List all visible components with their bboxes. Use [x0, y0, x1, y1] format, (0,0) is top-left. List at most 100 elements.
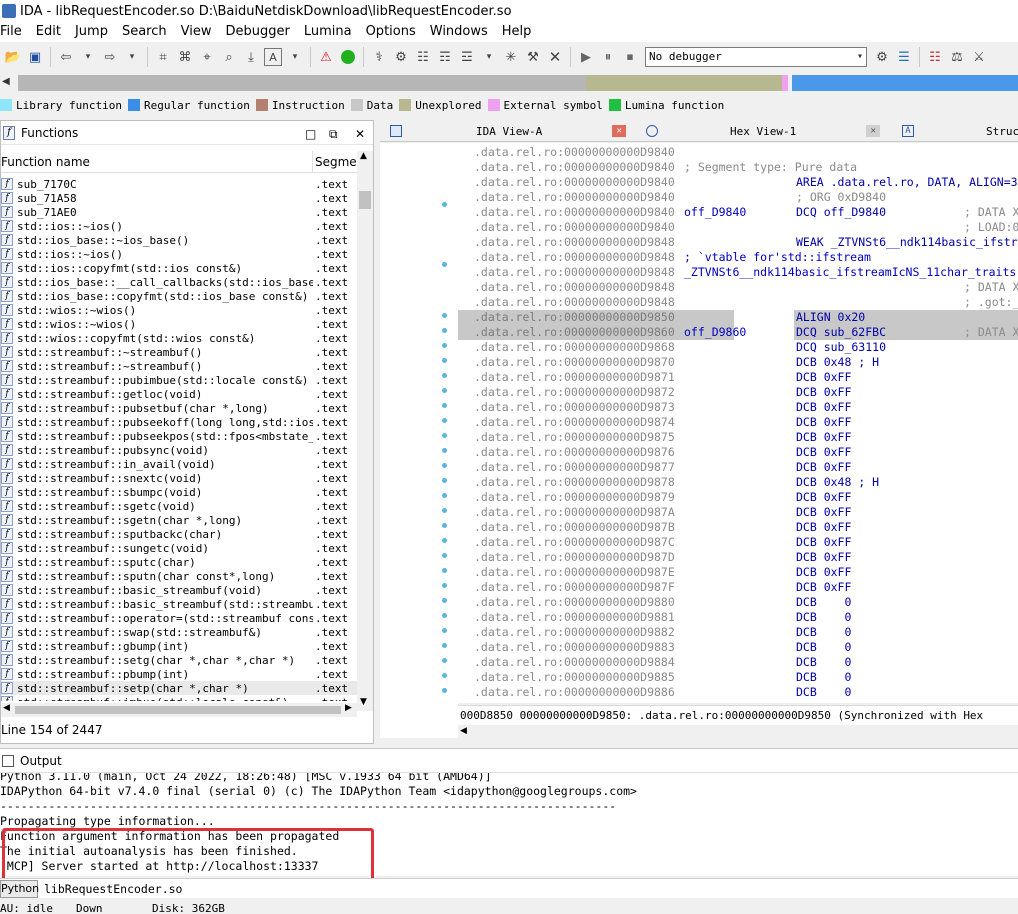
disasm-line[interactable]: .data.rel.ro:00000000000D987B DCB 0xFF	[458, 520, 1018, 535]
menu-debugger[interactable]: Debugger	[218, 22, 296, 42]
green-light-icon[interactable]	[339, 48, 357, 66]
breakpoint-dot[interactable]	[442, 508, 447, 513]
disasm-line[interactable]: .data.rel.ro:00000000000D987E DCB 0xFF	[458, 565, 1018, 580]
tab-structures-icon-wrap[interactable]: A	[902, 120, 914, 142]
nav-band-functions[interactable]	[792, 75, 1018, 91]
scroll-up-icon[interactable]: ▲	[360, 151, 367, 161]
disasm-line[interactable]: .data.rel.ro:00000000000D9848 WEAK _ZTVNS…	[458, 235, 1018, 250]
breakpoint-dot[interactable]	[442, 583, 447, 588]
disasm-instruction[interactable]: AREA .data.rel.ro, DATA, ALIGN=3	[796, 175, 1018, 190]
disasm-line[interactable]: .data.rel.ro:00000000000D9876 DCB 0xFF	[458, 445, 1018, 460]
menu-help[interactable]: Help	[495, 22, 539, 42]
disasm-instruction[interactable]: ; Segment type: Pure data	[684, 160, 857, 175]
breakpoint-dot[interactable]	[442, 553, 447, 558]
breakpoint-dot[interactable]	[442, 373, 447, 378]
menu-search[interactable]: Search	[115, 22, 174, 42]
function-row[interactable]: f std::ios::copyfmt(std::ios const&) .text	[1, 261, 357, 275]
breakpoint-dot[interactable]	[442, 343, 447, 348]
menu-file[interactable]: File	[0, 22, 29, 42]
disasm-line[interactable]: .data.rel.ro:00000000000D9840 AREA .data.…	[458, 175, 1018, 190]
delete-icon[interactable]: ✕	[546, 48, 564, 66]
function-row[interactable]: f std::streambuf::sputc(char) .text	[1, 555, 357, 569]
disasm-line[interactable]: .data.rel.ro:00000000000D9860 off_D9860 DC…	[458, 325, 1018, 340]
create-function-icon[interactable]: ⚕	[370, 48, 388, 66]
disasm-line[interactable]: .data.rel.ro:00000000000D9848 ; DATA X	[458, 280, 1018, 295]
function-row[interactable]: f std::streambuf::pubseekpos(std::fpos<mb…	[1, 429, 357, 443]
menu-windows[interactable]: Windows	[423, 22, 495, 42]
scroll-down-icon[interactable]: ▼	[360, 697, 367, 707]
function-row[interactable]: f std::streambuf::swap(std::streambuf&) .t…	[1, 625, 357, 639]
disasm-line[interactable]: .data.rel.ro:00000000000D987F DCB 0xFF	[458, 580, 1018, 595]
disasm-instruction[interactable]: DCB 0xFF	[796, 460, 851, 475]
menu-view[interactable]: View	[174, 22, 219, 42]
disasm-instruction[interactable]: WEAK _ZTVNSt6__ndk114basic_ifstr	[796, 235, 1018, 250]
disasm-instruction[interactable]: DCB 0	[796, 595, 851, 610]
maximize-icon[interactable]: □	[305, 127, 316, 141]
disasm-line[interactable]: .data.rel.ro:00000000000D9872 DCB 0xFF	[458, 385, 1018, 400]
function-row[interactable]: f sub_71AE0 .text	[1, 205, 357, 219]
close-icon[interactable]: ✕	[355, 127, 365, 141]
breakpoint-dot[interactable]	[442, 448, 447, 453]
disasm-instruction[interactable]: DCB 0xFF	[796, 505, 851, 520]
float-icon[interactable]: ⧉	[329, 127, 338, 142]
tab-hex-view-icon-wrap[interactable]	[646, 120, 658, 142]
disasm-line[interactable]: .data.rel.ro:00000000000D9848 ; `vtable f…	[458, 250, 1018, 265]
breakpoint-dot[interactable]	[442, 658, 447, 663]
disasm-line[interactable]: .data.rel.ro:00000000000D9850 ALIGN 0x20	[458, 310, 1018, 325]
disasm-instruction[interactable]: DCB 0x48 ; H	[796, 475, 879, 490]
disasm-horizontal-scrollbar[interactable]: ◀	[458, 726, 1018, 740]
xref-icon[interactable]: ☲	[458, 48, 476, 66]
search-immediate-icon[interactable]: ⌕	[220, 48, 238, 66]
calls-icon[interactable]: ⚖	[948, 48, 966, 66]
disasm-line[interactable]: .data.rel.ro:00000000000D9879 DCB 0xFF	[458, 490, 1018, 505]
disasm-line[interactable]: .data.rel.ro:00000000000D987C DCB 0xFF	[458, 535, 1018, 550]
breakpoint-dot[interactable]	[442, 538, 447, 543]
forward-dropdown-icon[interactable]: ▾	[123, 48, 141, 66]
navigation-band[interactable]: ◀	[0, 73, 1018, 93]
disasm-line[interactable]: .data.rel.ro:00000000000D9868 DCQ sub_631…	[458, 340, 1018, 355]
stop-icon[interactable]: ⏹	[621, 48, 639, 66]
function-row[interactable]: f std::streambuf::sgetn(char *,long) .text	[1, 513, 357, 527]
jump-down-icon[interactable]: ⤓	[242, 48, 260, 66]
forward-icon[interactable]: ⇨	[101, 48, 119, 66]
menu-options[interactable]: Options	[359, 22, 423, 42]
breakpoint-dot[interactable]	[442, 613, 447, 618]
nav-band-data-segment[interactable]	[18, 75, 586, 91]
breakpoint-dot[interactable]	[442, 328, 447, 333]
disasm-line[interactable]: .data.rel.ro:00000000000D9840 ; ORG 0xD98…	[458, 190, 1018, 205]
nav-band-external[interactable]	[782, 75, 788, 91]
back-icon[interactable]: ⇦	[57, 48, 75, 66]
function-row[interactable]: f sub_7170C .text	[1, 177, 357, 191]
disasm-line[interactable]: .data.rel.ro:00000000000D9880 DCB 0	[458, 595, 1018, 610]
scroll-thumb[interactable]	[15, 706, 341, 714]
breakpoint-dot[interactable]	[442, 418, 447, 423]
function-row[interactable]: f std::streambuf::basic_streambuf(void) .t…	[1, 583, 357, 597]
breakpoint-dot[interactable]	[442, 568, 447, 573]
back-dropdown-icon[interactable]: ▾	[79, 48, 97, 66]
function-row[interactable]: f std::streambuf::gbump(int) .text	[1, 639, 357, 653]
disasm-instruction[interactable]: DCB 0	[796, 625, 851, 640]
function-row[interactable]: f std::streambuf::pubseekoff(long long,st…	[1, 415, 357, 429]
text-mode-dropdown-icon[interactable]: ▾	[286, 48, 304, 66]
function-row[interactable]: f std::ios_base::__call_callbacks(std::io…	[1, 275, 357, 289]
breakpoint-dot[interactable]	[442, 643, 447, 648]
edit-function-icon[interactable]: ⚙	[392, 48, 410, 66]
struct-icon[interactable]: ☷	[414, 48, 432, 66]
function-row[interactable]: f std::streambuf::~streambuf() .text	[1, 345, 357, 359]
function-row[interactable]: f std::streambuf::sungetc(void) .text	[1, 541, 357, 555]
breakpoint-dot[interactable]	[442, 403, 447, 408]
function-row[interactable]: f std::streambuf::pbump(int) .text	[1, 667, 357, 681]
disasm-instruction[interactable]: DCB 0	[796, 655, 851, 670]
function-row[interactable]: f std::streambuf::pubsetbuf(char *,long).…	[1, 401, 357, 415]
menu-lumina[interactable]: Lumina	[297, 22, 359, 42]
disasm-label[interactable]: off_D9860	[684, 325, 746, 340]
disasm-line[interactable]: .data.rel.ro:00000000000D9877 DCB 0xFF	[458, 460, 1018, 475]
disasm-line[interactable]: .data.rel.ro:00000000000D9840 ; Segment t…	[458, 160, 1018, 175]
function-row[interactable]: f std::streambuf::sputn(char const*,long)…	[1, 569, 357, 583]
disasm-instruction[interactable]: DCQ off_D9840	[796, 205, 886, 220]
function-row[interactable]: f std::streambuf::operator=(std::streambu…	[1, 611, 357, 625]
breakpoint-dot[interactable]	[442, 673, 447, 678]
binary-search-icon[interactable]: ⌗	[154, 48, 172, 66]
close-tab-icon[interactable]: ✕	[612, 125, 627, 137]
breakpoint-dot[interactable]	[442, 313, 447, 318]
